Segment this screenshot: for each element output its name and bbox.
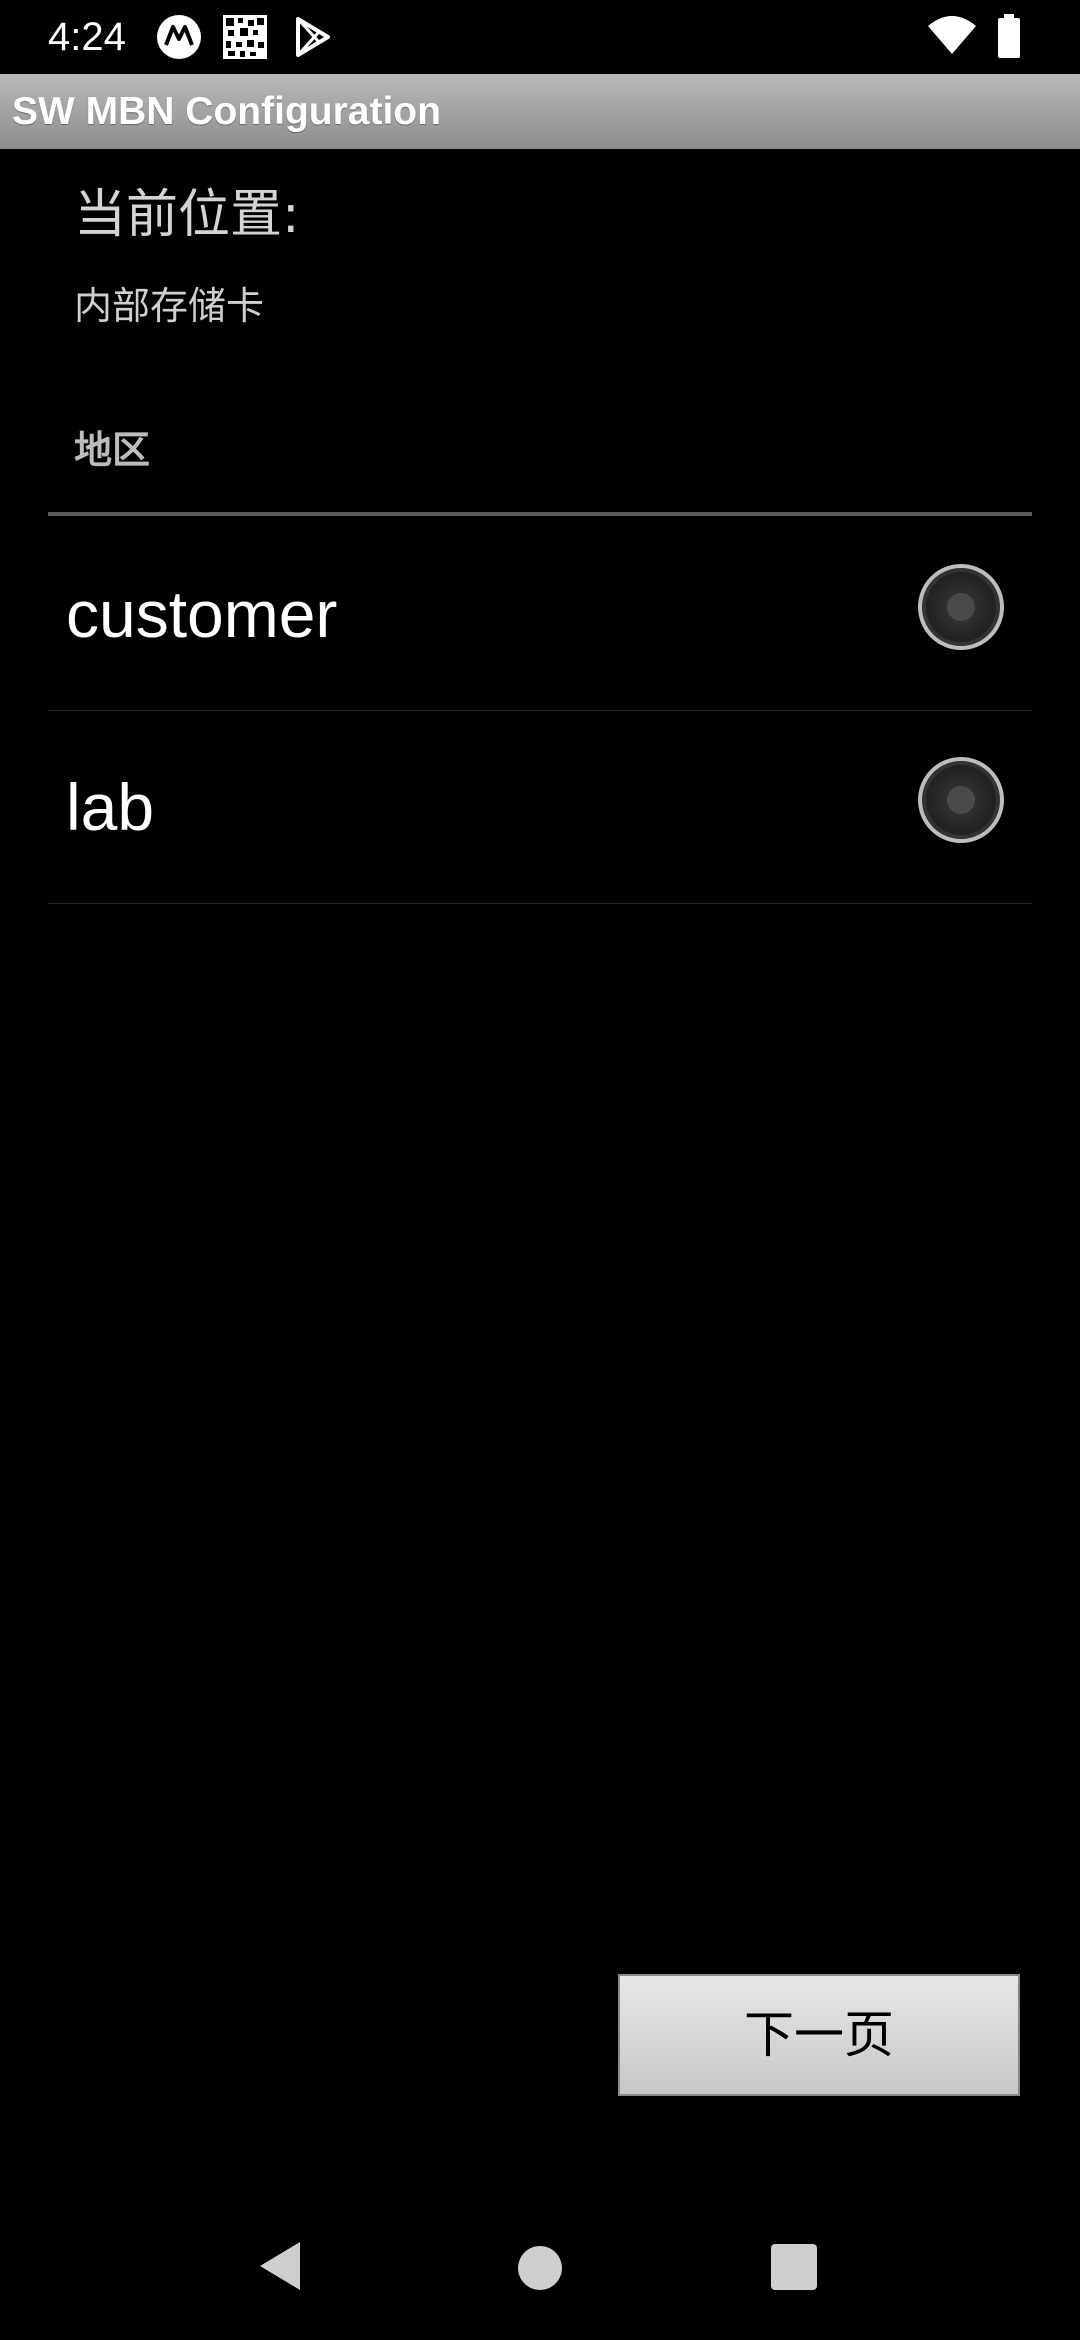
app-title: SW MBN Configuration <box>12 90 441 133</box>
customer-radio-button[interactable] <box>918 564 1004 650</box>
play-store-icon <box>288 12 338 62</box>
recents-icon[interactable] <box>771 2244 817 2290</box>
status-bar: 4:24 <box>0 0 1080 74</box>
home-icon[interactable] <box>518 2246 562 2290</box>
next-page-button[interactable]: 下一页 <box>618 1974 1020 2096</box>
motorola-icon <box>154 12 204 62</box>
app-title-bar: SW MBN Configuration <box>0 74 1080 149</box>
qr-code-icon <box>220 12 270 62</box>
current-location-label: 当前位置: <box>74 185 300 245</box>
back-icon[interactable] <box>256 2240 304 2292</box>
region-header: 地区 <box>74 428 151 472</box>
status-time: 4:24 <box>48 15 126 59</box>
region-divider <box>48 512 1032 516</box>
current-location-value: 内部存储卡 <box>74 284 265 328</box>
region-option-customer[interactable]: customer <box>48 518 1032 711</box>
option-label: lab <box>66 770 155 844</box>
region-option-lab[interactable]: lab <box>48 711 1032 904</box>
option-label: customer <box>66 577 338 651</box>
battery-icon <box>994 12 1024 62</box>
wifi-icon <box>926 12 978 62</box>
lab-radio-button[interactable] <box>918 757 1004 843</box>
